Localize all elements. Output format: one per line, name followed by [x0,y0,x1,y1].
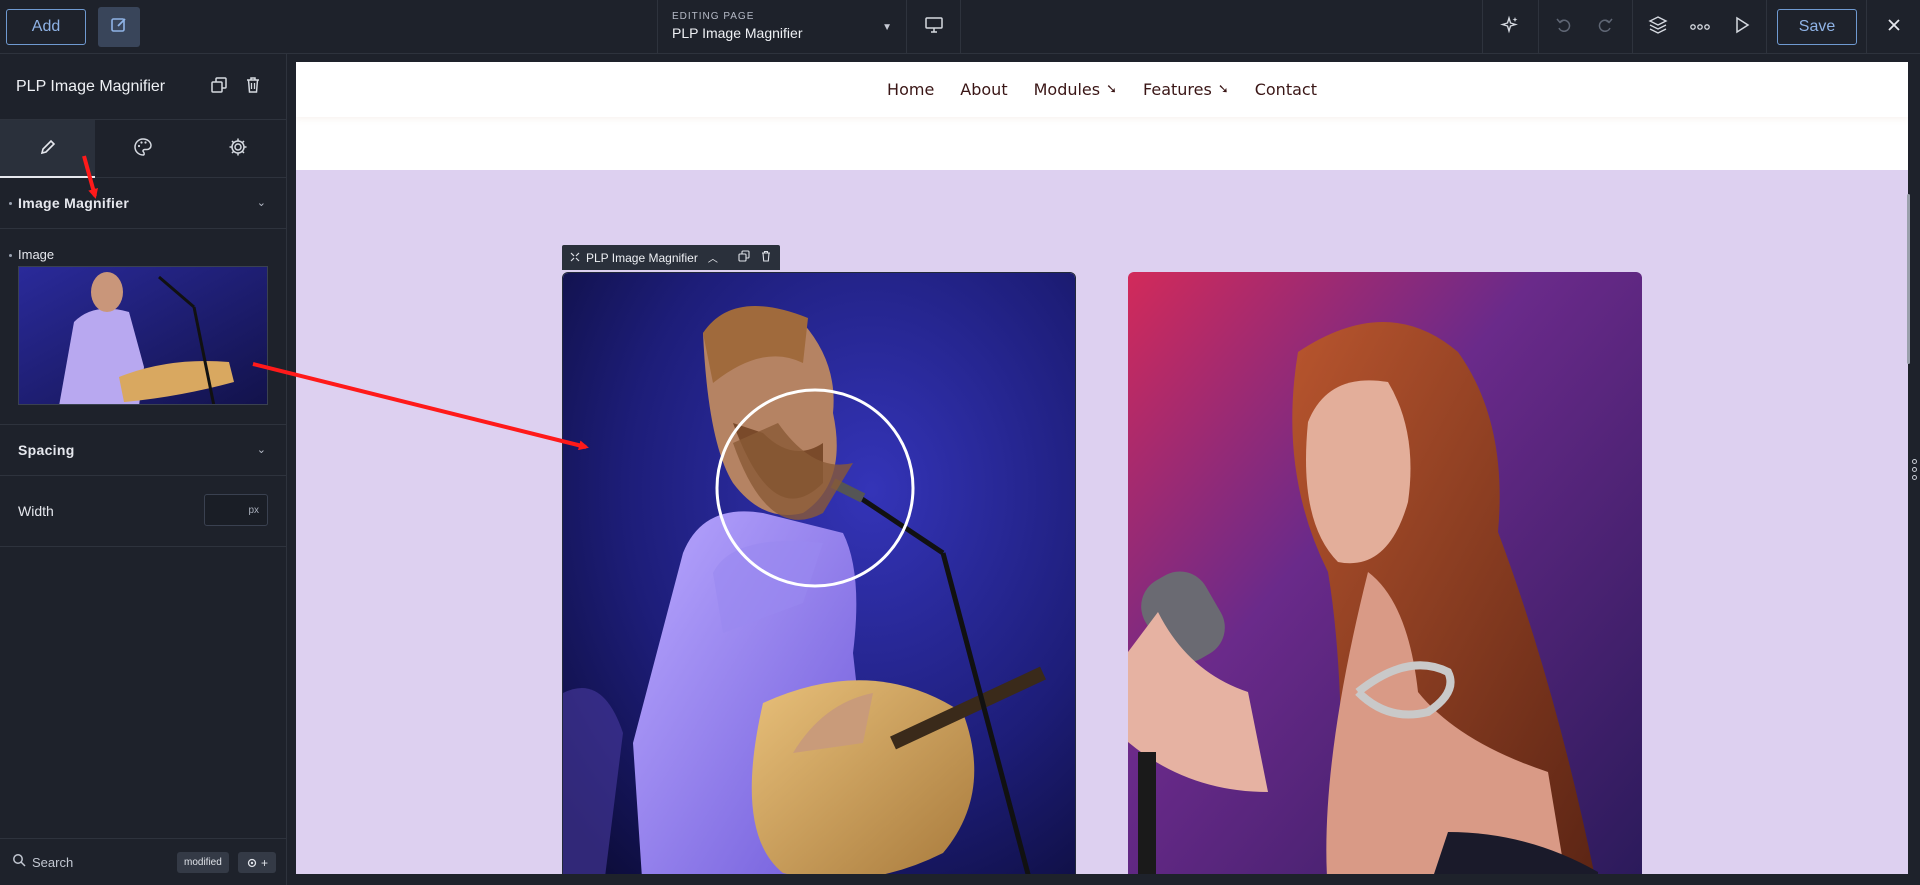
top-toolbar: Add EDITING PAGE PLP Image Magnifier ▼ S… [0,0,1920,54]
search-input[interactable]: Search [32,855,73,870]
chevron-down-icon[interactable]: ⌄ [257,196,266,209]
magnifier-image[interactable] [562,272,1076,874]
canvas-scrollbar[interactable] [1907,194,1910,364]
chevron-down-icon[interactable]: ⌄ [257,443,266,456]
redo-button[interactable] [1585,0,1625,54]
toolbar-divider [1766,0,1767,54]
gear-icon [228,137,248,162]
singer-image [1128,272,1642,874]
nav-label: About [960,80,1008,99]
modified-filter-badge[interactable]: modified [177,852,229,873]
nav-label: Features [1143,80,1212,99]
section-dot [9,202,12,205]
module-label-text: PLP Image Magnifier [586,250,698,265]
toolbar-divider [1482,0,1483,54]
field-dot [9,254,12,257]
resize-handle[interactable] [1911,459,1918,485]
save-button[interactable]: Save [1777,9,1857,45]
close-button[interactable] [1874,0,1914,54]
gear-icon [247,858,257,867]
editing-page-caption: EDITING PAGE [672,11,755,22]
more-button[interactable] [1680,0,1720,54]
width-label: Width [18,503,54,519]
edit-mode-button[interactable] [98,7,140,47]
undo-button[interactable] [1544,0,1584,54]
nav-item-about[interactable]: About [960,80,1007,99]
nav-item-home[interactable]: Home [887,80,934,99]
nav-label: Contact [1254,80,1317,99]
nav-label: Modules [1033,80,1101,99]
trash-icon[interactable] [760,250,772,265]
toolbar-divider [1538,0,1539,54]
pencil-icon [38,137,58,162]
width-row: Width px [0,476,286,546]
more-icon [1690,18,1710,36]
tab-style[interactable] [95,120,190,178]
trash-icon[interactable] [244,76,262,99]
nav-label: Home [887,80,935,99]
settings-panel: PLP Image Magnifier Image Magnifier ⌄ Im… [0,54,287,885]
image-thumbnail[interactable] [18,266,268,405]
width-input[interactable]: px [204,494,268,526]
desktop-icon [924,16,944,39]
toolbar-divider [1866,0,1867,54]
tab-advanced[interactable] [190,120,285,178]
arrow-down-right-icon: ➘ [1106,82,1118,97]
redo-icon [1596,16,1614,39]
ai-button[interactable] [1490,0,1530,54]
layers-icon [1648,15,1668,40]
chevron-down-icon: ▼ [882,22,892,33]
panel-tabs [0,120,286,178]
add-setting-button[interactable]: + [238,852,276,873]
arrow-down-right-icon: ➘ [1217,82,1229,97]
image-field-group: Image [0,229,286,425]
nav-item-features[interactable]: Features ➘ [1143,80,1229,99]
layers-button[interactable] [1638,0,1678,54]
tab-content[interactable] [0,120,95,178]
page-preview: Home About Modules ➘ Features ➘ Contact PL… [296,62,1908,874]
copy-icon[interactable] [210,76,228,99]
panel-footer: Search modified + [0,838,287,885]
content-section [296,170,1908,874]
plus-icon: + [260,855,268,870]
section-title: Image Magnifier [18,195,130,211]
width-unit: px [248,504,259,516]
preview-icon [1734,16,1750,39]
editor-canvas: Home About Modules ➘ Features ➘ Contact PL… [288,54,1920,885]
move-icon[interactable] [570,251,580,265]
panel-title: PLP Image Magnifier [16,77,166,95]
copy-icon[interactable] [738,250,750,265]
site-navigation: Home About Modules ➘ Features ➘ Contact [296,62,1908,117]
close-icon [1886,17,1902,38]
section-title: Spacing [18,442,75,458]
toolbar-divider [1632,0,1633,54]
panel-header: PLP Image Magnifier [0,54,286,120]
page-name: PLP Image Magnifier [672,25,803,41]
undo-icon [1555,16,1573,39]
chevron-up-icon[interactable]: ︿ [708,250,718,265]
palette-icon [133,137,153,162]
preview-button[interactable] [1722,0,1762,54]
nav-item-contact[interactable]: Contact [1255,80,1317,99]
device-preview-button[interactable] [907,0,961,54]
search-icon [12,853,26,872]
width-field-group: Width px [0,476,286,547]
edit-icon [109,15,129,40]
section-spacing[interactable]: Spacing ⌄ [0,425,286,476]
add-button[interactable]: Add [6,9,86,45]
image-field-label: Image [18,247,55,262]
section-image-magnifier[interactable]: Image Magnifier ⌄ [0,178,286,229]
nav-item-modules[interactable]: Modules ➘ [1034,80,1117,99]
page-selector[interactable]: EDITING PAGE PLP Image Magnifier ▼ [657,0,907,54]
module-label-bar[interactable]: PLP Image Magnifier ︿ [562,245,780,270]
ai-sparkle-icon [1500,15,1520,40]
